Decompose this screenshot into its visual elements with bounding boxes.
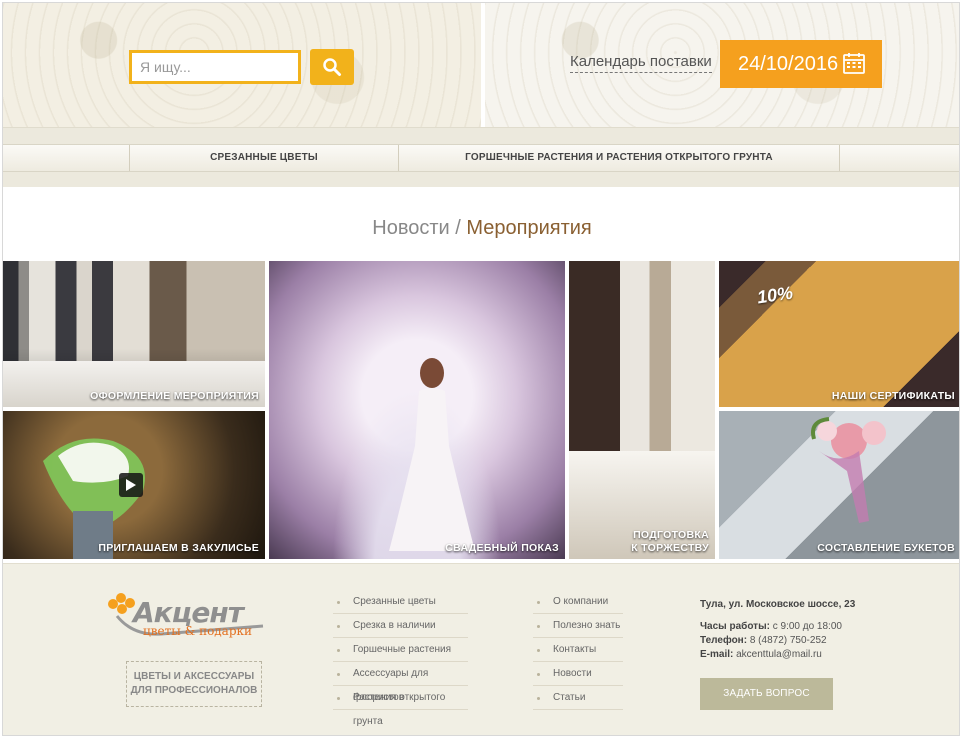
page-frame: Я ищу... Календарь поставки 24/10/2016 С… — [2, 2, 960, 736]
tile-caption: СВАДЕБНЫЙ ПОКАЗ — [445, 542, 559, 554]
contact-phone-value[interactable]: 8 (4872) 750-252 — [750, 635, 827, 646]
brand-logo[interactable]: Акцент — [103, 586, 275, 650]
footer-link-articles[interactable]: Статьи — [533, 686, 623, 710]
bride-figure-image — [389, 358, 475, 551]
certificate-discount-label: 10% — [755, 282, 795, 308]
car-bouquet-image — [811, 417, 886, 523]
menu-item-cut-flowers[interactable]: СРЕЗАННЫЕ ЦВЕТЫ — [130, 145, 398, 171]
footer-contacts: Тула, ул. Московское шоссе, 23 Часы рабо… — [700, 598, 855, 662]
video-play-button[interactable] — [119, 473, 143, 497]
breadcrumb-separator: / — [455, 217, 461, 239]
pro-section-link[interactable]: ЦВЕТЫ И АКСЕССУАРЫ ДЛЯ ПРОФЕССИОНАЛОВ — [126, 661, 262, 707]
tile-caption: ПОДГОТОВКА К ТОРЖЕСТВУ — [631, 529, 709, 555]
contact-email-label: E-mail: — [700, 649, 734, 660]
footer-link-outdoor-plants[interactable]: Растения открытого грунта — [333, 686, 468, 727]
footer-catalog-links: Срезанные цветы Срезка в наличии Горшечн… — [333, 590, 468, 727]
ask-question-button[interactable]: ЗАДАТЬ ВОПРОС — [700, 678, 833, 710]
tile-wedding-show[interactable]: СВАДЕБНЫЙ ПОКАЗ — [269, 261, 565, 559]
play-icon — [126, 479, 136, 491]
contact-hours-value: с 9:00 до 18:00 — [772, 621, 842, 632]
contact-phone: Телефон: 8 (4872) 750-252 — [700, 634, 855, 648]
contact-email-value[interactable]: akcenttula@mail.ru — [736, 649, 822, 660]
footer-link-cut-flowers[interactable]: Срезанные цветы — [333, 590, 468, 614]
page-title: Новости / Мероприятия — [3, 217, 959, 240]
tile-certificates[interactable]: 10% НАШИ СЕРТИФИКАТЫ — [719, 261, 959, 407]
footer-link-cut-in-stock[interactable]: Срезка в наличии — [333, 614, 468, 638]
footer-link-useful[interactable]: Полезно знать — [533, 614, 623, 638]
footer-link-about[interactable]: О компании — [533, 590, 623, 614]
breadcrumb-current: Мероприятия — [466, 217, 592, 239]
tile-backstage[interactable]: ПРИГЛАШАЕМ В ЗАКУЛИСЬЕ — [3, 411, 265, 559]
contact-hours-label: Часы работы: — [700, 621, 770, 632]
main-menu: СРЕЗАННЫЕ ЦВЕТЫ ГОРШЕЧНЫЕ РАСТЕНИЯ И РАС… — [3, 144, 959, 172]
tile-event-decoration[interactable]: ОФОРМЛЕНИЕ МЕРОПРИЯТИЯ — [3, 261, 265, 407]
footer-info-links: О компании Полезно знать Контакты Новост… — [533, 590, 623, 710]
search-icon — [323, 58, 341, 76]
pro-line: ДЛЯ ПРОФЕССИОНАЛОВ — [130, 685, 258, 696]
footer: Акцент цветы & подарки ЦВЕТЫ И АКСЕССУАР… — [3, 563, 959, 735]
tile-caption-line: К ТОРЖЕСТВУ — [631, 542, 709, 554]
tile-bouquet-making[interactable]: СОСТАВЛЕНИЕ БУКЕТОВ — [719, 411, 959, 559]
tile-caption: ОФОРМЛЕНИЕ МЕРОПРИЯТИЯ — [90, 390, 259, 402]
tile-caption: ПРИГЛАШАЕМ В ЗАКУЛИСЬЕ — [98, 542, 259, 554]
tile-celebration-prep[interactable]: ПОДГОТОВКА К ТОРЖЕСТВУ — [569, 261, 715, 559]
pro-line: ЦВЕТЫ И АКСЕССУАРЫ — [133, 671, 255, 682]
header: Я ищу... Календарь поставки 24/10/2016 — [3, 3, 959, 127]
logo-tagline: цветы & подарки — [143, 624, 253, 638]
contact-phone-label: Телефон: — [700, 635, 748, 646]
contact-address: Тула, ул. Московское шоссе, 23 — [700, 599, 856, 610]
breadcrumb-news[interactable]: Новости — [372, 217, 449, 239]
delivery-calendar-link[interactable]: Календарь поставки — [570, 53, 712, 73]
footer-link-news[interactable]: Новости — [533, 662, 623, 686]
tile-caption: СОСТАВЛЕНИЕ БУКЕТОВ — [817, 542, 955, 554]
menu-item-potted-plants[interactable]: ГОРШЕЧНЫЕ РАСТЕНИЯ И РАСТЕНИЯ ОТКРЫТОГО … — [399, 145, 839, 171]
tile-caption-line: ПОДГОТОВКА — [633, 529, 709, 541]
contact-hours: Часы работы: с 9:00 до 18:00 — [700, 620, 855, 634]
delivery-date-button[interactable]: 24/10/2016 — [720, 40, 882, 88]
footer-link-contacts[interactable]: Контакты — [533, 638, 623, 662]
footer-link-potted-plants[interactable]: Горшечные растения — [333, 638, 468, 662]
search-button[interactable] — [310, 49, 354, 85]
delivery-date-value: 24/10/2016 — [738, 52, 839, 75]
footer-link-florist-accessories[interactable]: Ассессуары для флористов — [333, 662, 468, 703]
contact-email: E-mail: akcenttula@mail.ru — [700, 648, 855, 662]
calendar-icon — [843, 53, 865, 74]
tile-caption: НАШИ СЕРТИФИКАТЫ — [831, 390, 955, 402]
search-input[interactable]: Я ищу... — [129, 50, 301, 84]
menu-separator — [839, 145, 840, 171]
